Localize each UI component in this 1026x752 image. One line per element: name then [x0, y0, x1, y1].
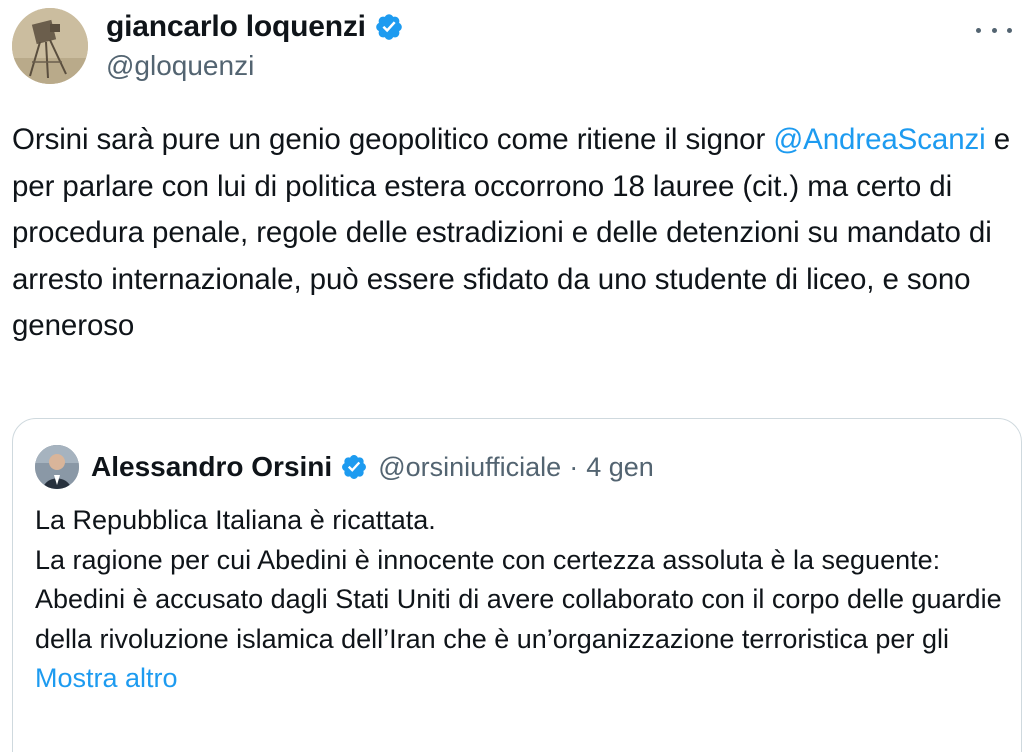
quoted-author-avatar[interactable]	[35, 445, 79, 489]
more-dot-icon	[976, 27, 981, 33]
show-more-link[interactable]: Mostra altro	[35, 659, 178, 699]
quoted-text: La Repubblica Italiana è ricattata. La r…	[35, 501, 1005, 699]
quoted-text-line: La ragione per cui Abedini è innocente c…	[35, 544, 1002, 654]
more-dot-icon	[991, 27, 997, 33]
author-name-row: giancarlo loquenzi	[106, 8, 404, 46]
tweet-card: giancarlo loquenzi @gloquenzi Orsini sar…	[0, 0, 1026, 752]
more-options-button[interactable]	[976, 18, 1012, 42]
quoted-display-name[interactable]: Alessandro Orsini	[91, 451, 332, 483]
quoted-separator: ·	[569, 451, 579, 482]
person-avatar-icon	[35, 445, 79, 489]
camera-sculpture-avatar-icon	[12, 8, 88, 84]
author-avatar[interactable]	[12, 8, 88, 84]
author-block: giancarlo loquenzi @gloquenzi	[106, 8, 404, 82]
quoted-text-line: La Repubblica Italiana è ricattata.	[35, 505, 436, 535]
tweet-text-part: Orsini sarà pure un genio geopolitico co…	[12, 123, 774, 156]
quoted-date[interactable]: 4 gen	[586, 452, 654, 483]
quoted-handle[interactable]: @orsiniufficiale	[378, 452, 561, 483]
quoted-tweet[interactable]: Alessandro Orsini @orsiniufficiale · 4 g…	[12, 418, 1022, 752]
author-handle[interactable]: @gloquenzi	[106, 50, 404, 82]
author-display-name[interactable]: giancarlo loquenzi	[106, 10, 366, 44]
tweet-text: Orsini sarà pure un genio geopolitico co…	[12, 117, 1012, 350]
mention-link[interactable]: @AndreaScanzi	[773, 123, 985, 156]
verified-badge-icon[interactable]	[340, 453, 368, 481]
more-dot-icon	[1007, 27, 1012, 33]
quoted-header: Alessandro Orsini @orsiniufficiale · 4 g…	[91, 445, 654, 489]
verified-badge-icon[interactable]	[374, 12, 404, 42]
